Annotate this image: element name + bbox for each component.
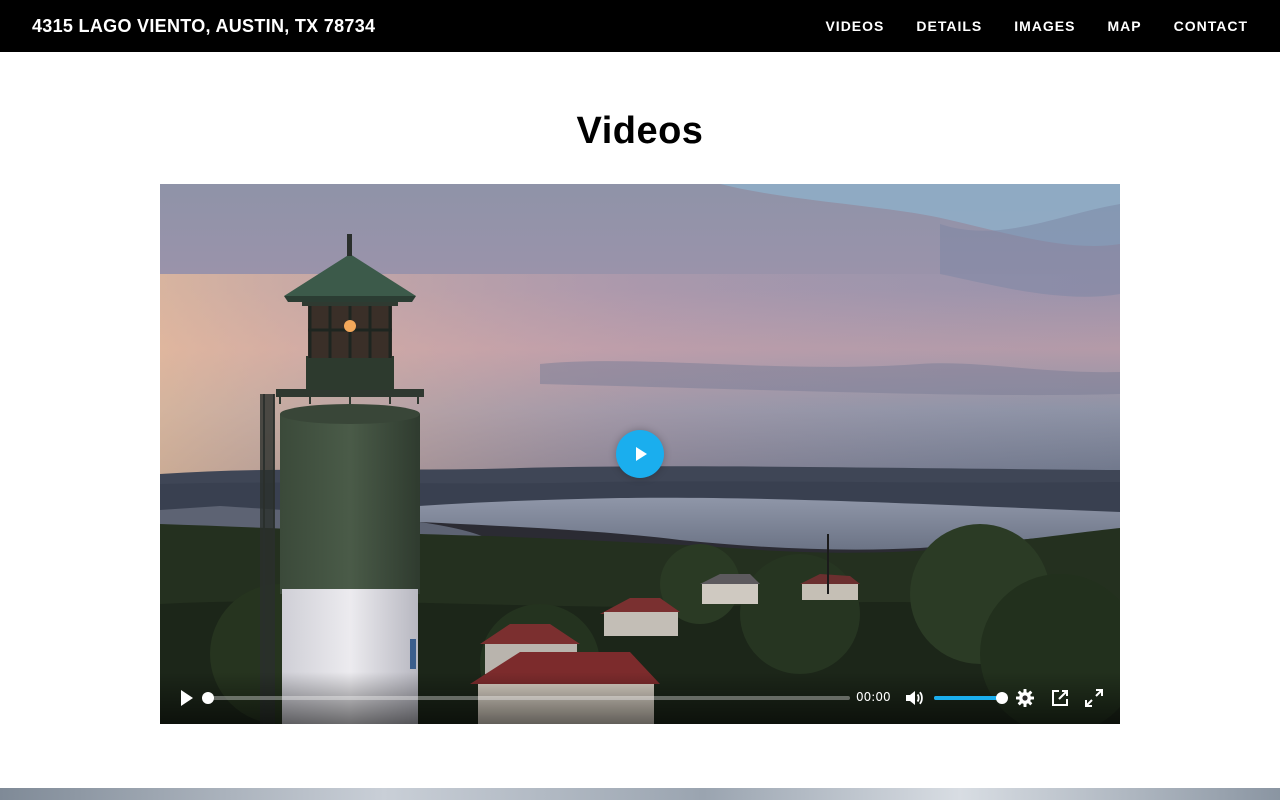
nav-contact[interactable]: CONTACT	[1174, 18, 1248, 34]
big-play-button[interactable]	[616, 430, 664, 478]
nav-map[interactable]: MAP	[1107, 18, 1141, 34]
main-nav: VIDEOS DETAILS IMAGES MAP CONTACT	[793, 18, 1248, 34]
nav-videos[interactable]: VIDEOS	[825, 18, 884, 34]
picture-in-picture-button[interactable]	[1048, 686, 1072, 710]
volume-icon	[906, 691, 923, 705]
play-icon	[181, 690, 193, 706]
seek-bar-handle[interactable]	[202, 692, 214, 704]
section-title: Videos	[576, 110, 704, 152]
volume-slider-handle[interactable]	[996, 692, 1008, 704]
player-controls: 00:00	[160, 672, 1120, 724]
next-section-image	[0, 788, 1280, 800]
volume-slider-fill	[934, 696, 1002, 700]
picture-in-picture-icon	[1052, 690, 1068, 706]
fullscreen-button[interactable]	[1082, 686, 1106, 710]
nav-images[interactable]: IMAGES	[1014, 18, 1075, 34]
site-title[interactable]: 4315 LAGO VIENTO, AUSTIN, TX 78734	[32, 16, 375, 37]
top-navbar: 4315 LAGO VIENTO, AUSTIN, TX 78734 VIDEO…	[0, 0, 1280, 52]
mute-button[interactable]	[902, 686, 926, 710]
play-button[interactable]	[174, 686, 198, 710]
current-time: 00:00	[856, 690, 891, 704]
settings-button[interactable]	[1013, 686, 1037, 710]
play-icon	[636, 447, 647, 461]
gear-icon	[1016, 689, 1034, 707]
video-player[interactable]: 00:00	[160, 184, 1120, 724]
seek-bar[interactable]	[202, 692, 850, 704]
fullscreen-icon	[1085, 689, 1103, 707]
volume-slider[interactable]	[934, 692, 1008, 704]
nav-details[interactable]: DETAILS	[916, 18, 982, 34]
